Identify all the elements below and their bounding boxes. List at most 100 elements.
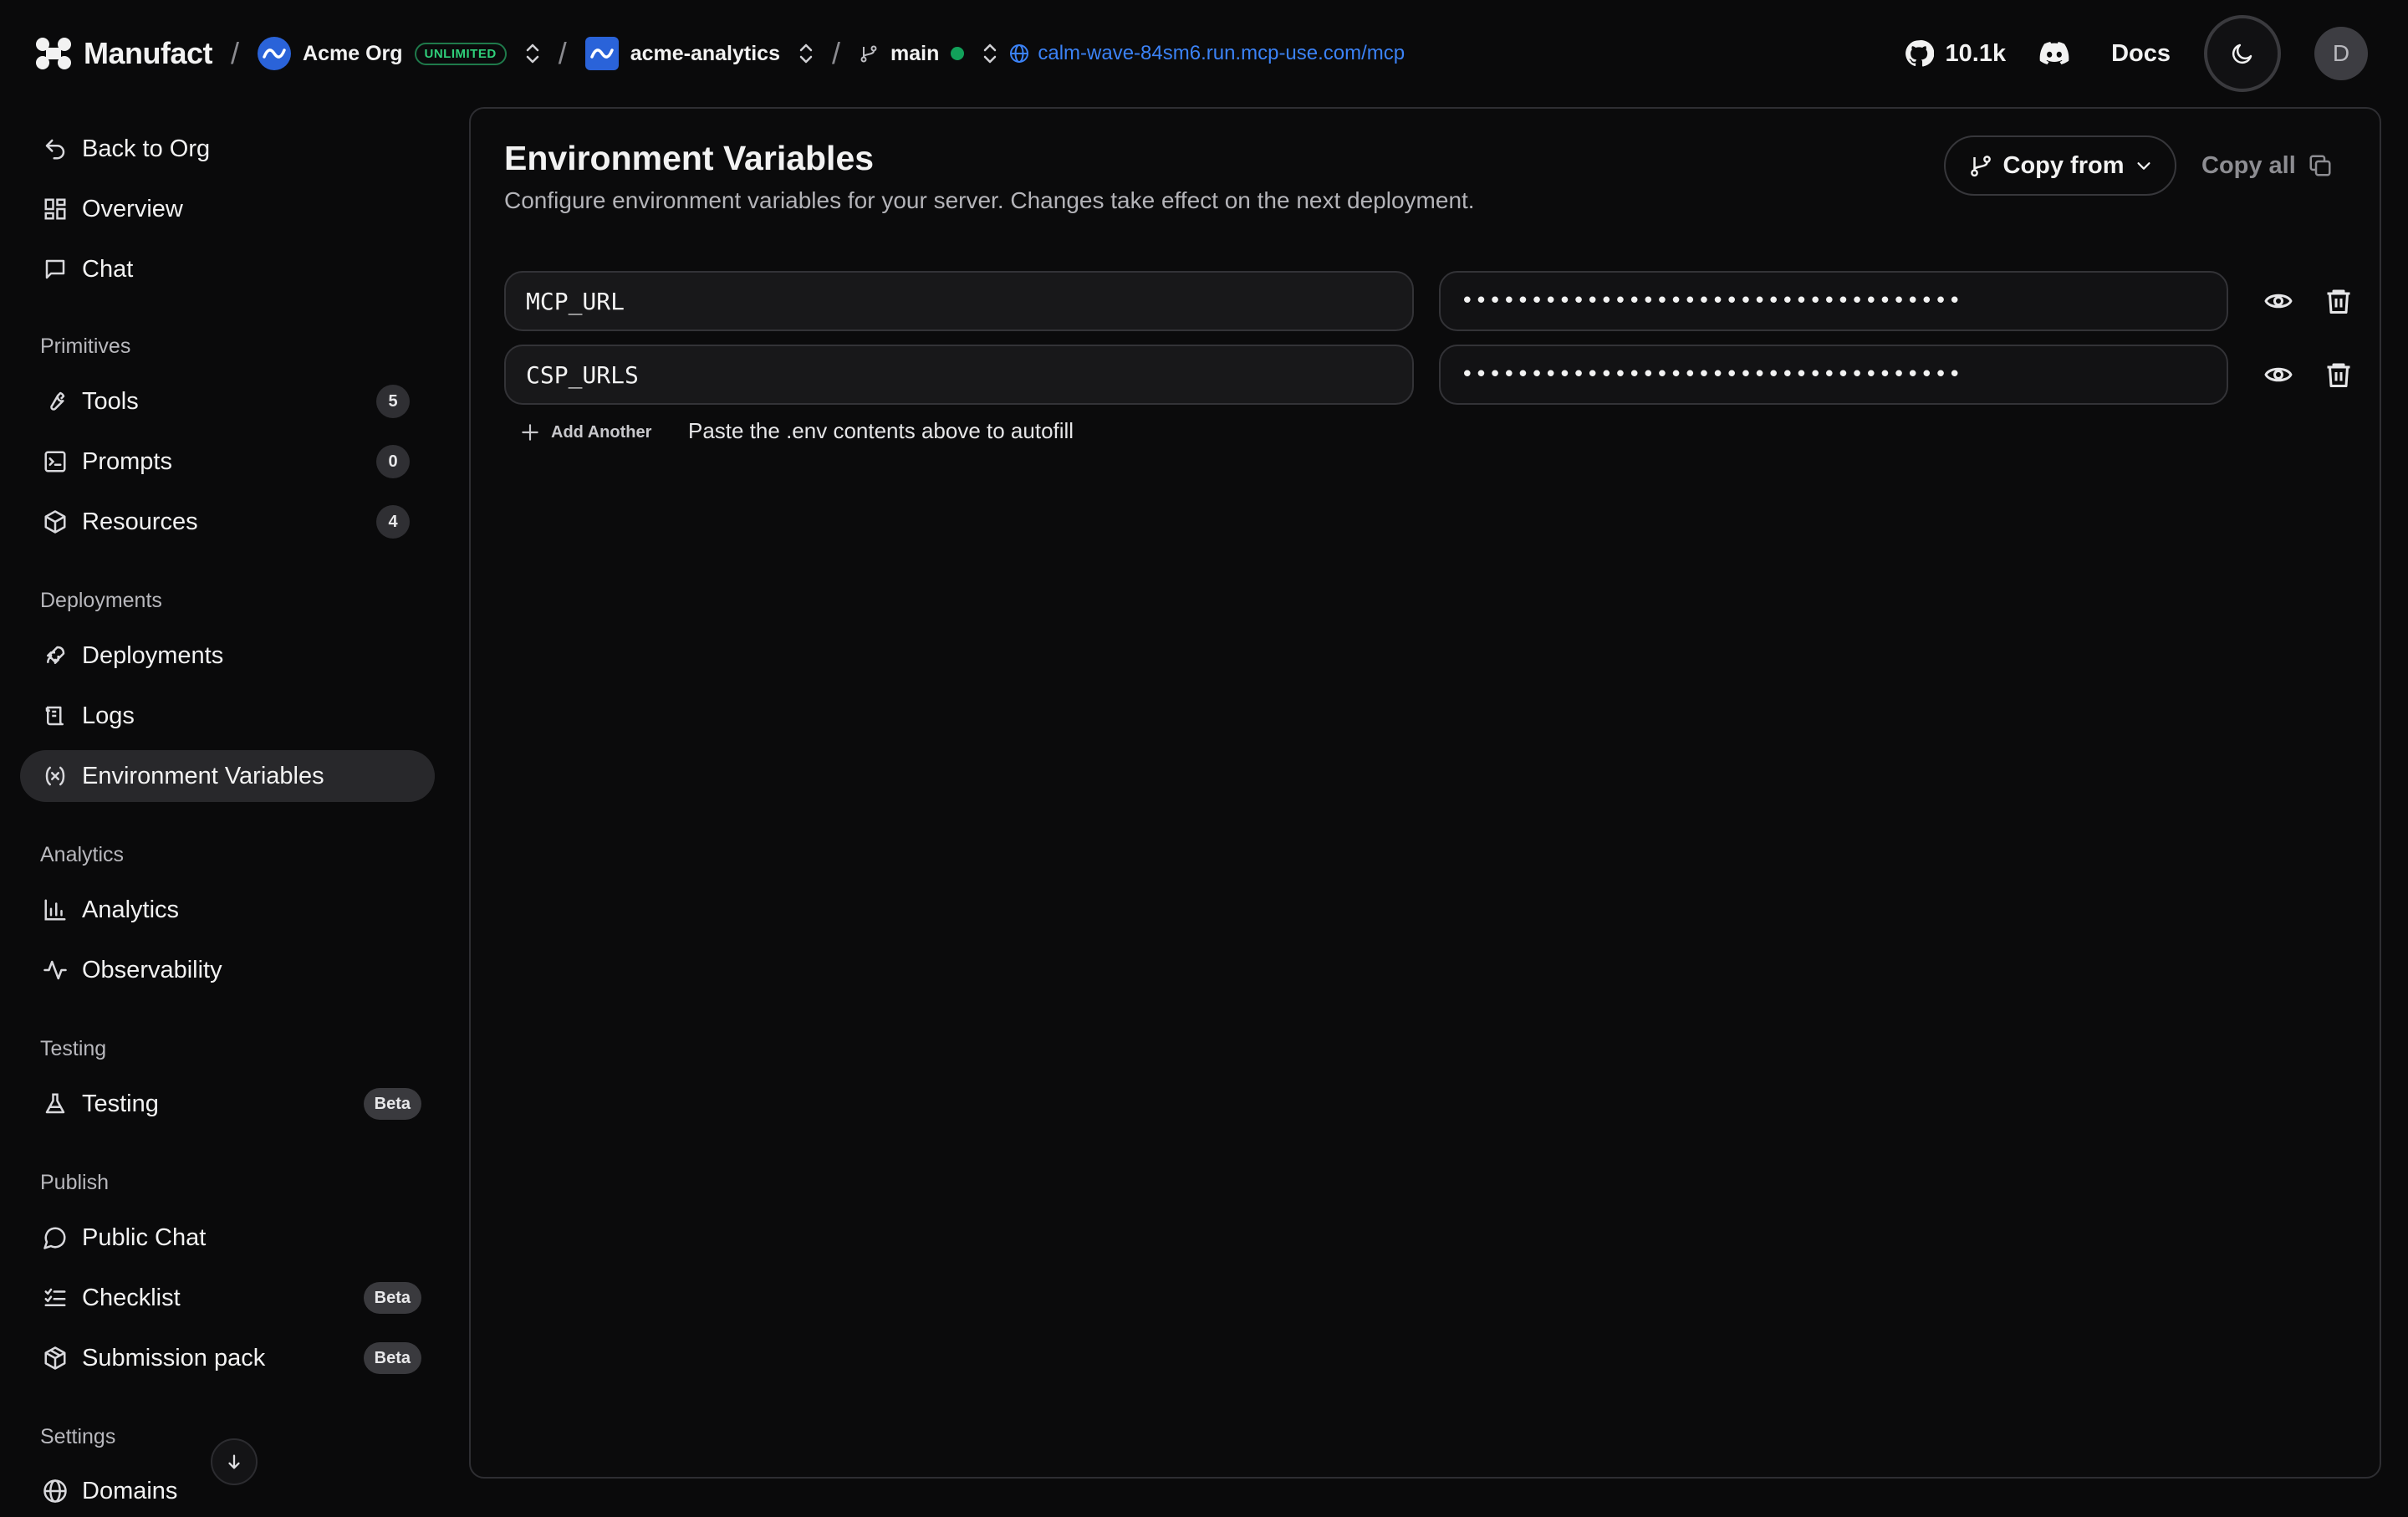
scroll-text-icon bbox=[40, 701, 70, 731]
trash-icon[interactable] bbox=[2324, 286, 2354, 316]
org-name: Acme Org bbox=[303, 41, 403, 65]
copy-from-label: Copy from bbox=[2002, 151, 2125, 179]
project-switcher[interactable]: acme-analytics bbox=[584, 37, 814, 70]
user-avatar[interactable]: D bbox=[2314, 27, 2368, 80]
activity-pulse-icon bbox=[40, 955, 70, 985]
github-stars-link[interactable]: 10.1k bbox=[1904, 38, 2007, 69]
copy-all-button[interactable]: Copy all bbox=[2201, 135, 2333, 196]
sidebar-item-label: Analytics bbox=[82, 896, 180, 923]
trash-icon[interactable] bbox=[2324, 360, 2354, 390]
github-star-count: 10.1k bbox=[1945, 39, 2007, 67]
sidebar-item-domains[interactable]: Domains bbox=[20, 1465, 435, 1517]
discord-icon[interactable] bbox=[2039, 42, 2069, 65]
sidebar-item-analytics[interactable]: Analytics bbox=[20, 884, 435, 936]
top-right-actions: 10.1k Docs D bbox=[1904, 0, 2368, 107]
breadcrumb-separator: / bbox=[558, 36, 567, 70]
sidebar-item-label: Deployments bbox=[82, 641, 224, 669]
section-title-analytics: Analytics bbox=[40, 843, 125, 866]
paste-env-hint: Paste the .env contents above to autofil… bbox=[688, 418, 1074, 443]
globe-icon bbox=[40, 1476, 70, 1506]
project-name: acme-analytics bbox=[630, 41, 780, 65]
deployment-status-dot bbox=[951, 47, 965, 60]
env-var-row: MCP_URL ••••••••••••••••••••••••••••••••… bbox=[504, 271, 2350, 331]
sidebar-item-label: Environment Variables bbox=[82, 762, 324, 789]
chevron-updown-icon bbox=[798, 42, 814, 65]
sidebar-item-label: Testing bbox=[82, 1090, 159, 1117]
add-another-button[interactable]: Add Another bbox=[519, 421, 651, 443]
docs-link[interactable]: Docs bbox=[2111, 40, 2171, 68]
sidebar-item-label: Observability bbox=[82, 956, 222, 983]
section-title-settings: Settings bbox=[40, 1425, 116, 1448]
sidebar-item-label: Back to Org bbox=[82, 135, 211, 162]
plan-badge: UNLIMITED bbox=[414, 42, 507, 65]
sidebar-item-tools[interactable]: Tools 5 bbox=[20, 375, 435, 427]
sidebar-item-label: Tools bbox=[82, 387, 139, 415]
section-title-testing: Testing bbox=[40, 1037, 107, 1060]
org-wave-icon bbox=[258, 37, 292, 70]
env-value-input[interactable]: •••••••••••••••••••••••••••••••••••• bbox=[1439, 345, 2228, 405]
rocket-icon bbox=[40, 641, 70, 671]
sidebar-item-label: Prompts bbox=[82, 447, 172, 475]
sidebar-item-observability[interactable]: Observability bbox=[20, 944, 435, 996]
sidebar: Back to Org Overview Chat Primitives Too… bbox=[20, 115, 435, 1505]
sidebar-item-prompts[interactable]: Prompts 0 bbox=[20, 436, 435, 488]
sidebar-item-label: Overview bbox=[82, 195, 183, 222]
sidebar-item-overview[interactable]: Overview bbox=[20, 183, 435, 235]
resources-count-badge: 4 bbox=[376, 505, 410, 539]
sidebar-item-testing[interactable]: Testing Beta bbox=[20, 1078, 435, 1130]
env-key-input[interactable]: CSP_URLS bbox=[504, 345, 1414, 405]
project-wave-icon bbox=[584, 37, 619, 70]
git-branch-icon bbox=[1968, 153, 1993, 178]
server-url-link[interactable]: calm-wave-84sm6.run.mcp-use.com/mcp bbox=[1009, 42, 1405, 65]
eye-icon[interactable] bbox=[2263, 360, 2293, 390]
sidebar-item-environment-variables[interactable]: Environment Variables bbox=[20, 750, 435, 802]
top-bar: Manufact / Acme Org UNLIMITED / acme-ana… bbox=[0, 0, 2408, 107]
sidebar-item-label: Chat bbox=[82, 255, 134, 283]
beta-badge: Beta bbox=[363, 1088, 421, 1120]
flask-icon bbox=[40, 1089, 70, 1119]
message-circle-icon bbox=[40, 1223, 70, 1253]
moon-icon bbox=[2230, 41, 2255, 66]
github-icon bbox=[1904, 38, 1934, 69]
eye-icon[interactable] bbox=[2263, 286, 2293, 316]
manufact-logo-icon bbox=[35, 37, 72, 70]
sidebar-item-deployments[interactable]: Deployments bbox=[20, 630, 435, 682]
section-title-publish: Publish bbox=[40, 1171, 109, 1194]
terminal-square-icon bbox=[40, 447, 70, 477]
sidebar-item-resources[interactable]: Resources 4 bbox=[20, 496, 435, 548]
sidebar-item-logs[interactable]: Logs bbox=[20, 690, 435, 742]
sidebar-item-submission-pack[interactable]: Submission pack Beta bbox=[20, 1332, 435, 1384]
prompts-count-badge: 0 bbox=[376, 445, 410, 478]
env-value-input[interactable]: •••••••••••••••••••••••••••••••••••• bbox=[1439, 271, 2228, 331]
org-switcher[interactable]: Acme Org UNLIMITED bbox=[258, 37, 540, 70]
copy-from-button[interactable]: Copy from bbox=[1944, 135, 2176, 196]
wrench-icon bbox=[40, 386, 70, 416]
package-icon bbox=[40, 1343, 70, 1373]
add-another-label: Add Another bbox=[551, 422, 652, 442]
branch-switcher[interactable]: main bbox=[859, 42, 997, 66]
chevron-updown-icon bbox=[982, 42, 997, 65]
copy-all-label: Copy all bbox=[2201, 151, 2296, 179]
env-key-input[interactable]: MCP_URL bbox=[504, 271, 1414, 331]
sidebar-item-label: Domains bbox=[82, 1477, 178, 1504]
variable-icon bbox=[40, 761, 70, 791]
beta-badge: Beta bbox=[363, 1282, 421, 1314]
beta-badge: Beta bbox=[363, 1342, 421, 1374]
undo-arrow-icon bbox=[40, 134, 70, 164]
brand-logo[interactable]: Manufact bbox=[35, 36, 213, 71]
theme-toggle-button[interactable] bbox=[2204, 15, 2281, 92]
plus-icon bbox=[519, 421, 541, 443]
sidebar-item-label: Submission pack bbox=[82, 1344, 266, 1371]
sidebar-item-public-chat[interactable]: Public Chat bbox=[20, 1212, 435, 1264]
page-subtitle: Configure environment variables for your… bbox=[504, 187, 1475, 213]
copy-icon bbox=[2308, 153, 2333, 178]
sidebar-item-chat[interactable]: Chat bbox=[20, 243, 435, 295]
dashboard-grid-icon bbox=[40, 194, 70, 224]
git-branch-icon bbox=[859, 43, 879, 64]
sidebar-item-back-to-org[interactable]: Back to Org bbox=[20, 123, 435, 175]
chevron-updown-icon bbox=[525, 42, 540, 65]
sidebar-item-label: Logs bbox=[82, 702, 135, 729]
main-panel: Environment Variables Configure environm… bbox=[469, 107, 2381, 1479]
sidebar-item-checklist[interactable]: Checklist Beta bbox=[20, 1272, 435, 1324]
tools-count-badge: 5 bbox=[376, 385, 410, 418]
